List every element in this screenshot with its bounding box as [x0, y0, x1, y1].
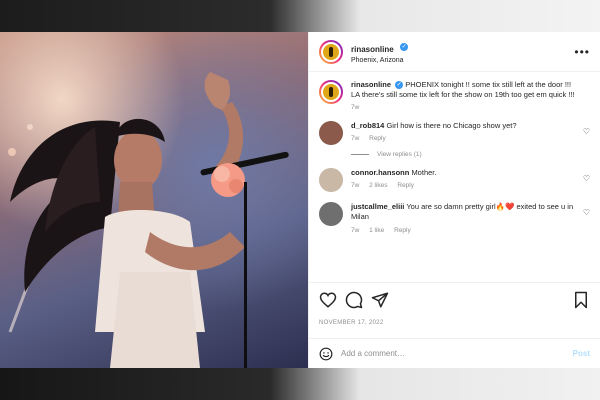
reply-button[interactable]: Reply — [369, 135, 386, 142]
verified-icon: ✓ — [400, 43, 409, 52]
view-replies-label[interactable]: View replies (1) — [377, 151, 422, 158]
comment-age: 7w — [351, 135, 360, 143]
comment-input[interactable] — [341, 349, 573, 358]
share-icon[interactable] — [371, 291, 389, 309]
heart-icon[interactable]: ♡ — [583, 208, 590, 217]
post-date: NOVEMBER 17, 2022 — [319, 320, 384, 326]
comment-age: 7w — [351, 182, 360, 190]
post-header: rinasonline ✓ Phoenix, Arizona ••• — [309, 32, 600, 72]
comment-row: justcallme_eliii You are so damn pretty … — [319, 202, 590, 234]
comments-list[interactable]: rinasonline ✓ PHOENIX tonight !! some ti… — [309, 72, 600, 282]
post-modal: rinasonline ✓ Phoenix, Arizona ••• rinas… — [0, 32, 600, 368]
author-avatar[interactable] — [319, 39, 343, 64]
comment-icon[interactable] — [345, 291, 363, 309]
view-replies-button[interactable]: View replies (1) — [351, 151, 590, 158]
comment-likes[interactable]: 1 like — [369, 227, 384, 234]
author-username[interactable]: rinasonline — [351, 45, 394, 54]
performer-illustration — [8, 72, 289, 368]
reply-button[interactable]: Reply — [394, 227, 411, 234]
heart-icon[interactable]: ♡ — [583, 174, 590, 183]
commenter-avatar[interactable] — [319, 121, 343, 146]
replies-divider — [351, 154, 369, 156]
post-photo[interactable] — [0, 32, 308, 368]
comment-age: 7w — [351, 226, 360, 234]
add-comment-bar: Post — [309, 338, 600, 368]
caption-age: 7w — [351, 104, 360, 112]
reply-button[interactable]: Reply — [397, 182, 414, 189]
caption-row: rinasonline ✓ PHOENIX tonight !! some ti… — [319, 80, 590, 111]
commenter-avatar[interactable] — [319, 168, 343, 193]
comment-likes[interactable]: 2 likes — [369, 182, 387, 189]
comment-username[interactable]: justcallme_eliii — [351, 202, 404, 211]
backdrop-top — [0, 0, 600, 32]
more-icon[interactable]: ••• — [574, 45, 590, 59]
emoji-icon[interactable] — [319, 347, 333, 361]
comment-text: Girl how is there no Chicago show yet? — [386, 121, 517, 131]
comment-row: connor.hansonn Mother. 7w 2 likes Reply … — [319, 168, 590, 193]
comment-row: d_rob814 Girl how is there no Chicago sh… — [319, 121, 590, 146]
author-info: rinasonline ✓ Phoenix, Arizona — [351, 38, 574, 66]
commenter-avatar[interactable] — [319, 202, 343, 227]
heart-icon[interactable]: ♡ — [583, 127, 590, 136]
post-location[interactable]: Phoenix, Arizona — [351, 57, 574, 65]
heart-icon[interactable] — [319, 291, 337, 309]
caption-avatar[interactable] — [319, 80, 343, 104]
caption-username[interactable]: rinasonline — [351, 80, 391, 89]
post-comment-button[interactable]: Post — [573, 349, 590, 358]
save-icon[interactable] — [572, 291, 590, 309]
comment-text: Mother. — [411, 168, 437, 178]
comment-username[interactable]: d_rob814 — [351, 121, 384, 130]
action-bar — [309, 282, 600, 316]
verified-icon: ✓ — [395, 81, 404, 90]
post-panel: rinasonline ✓ Phoenix, Arizona ••• rinas… — [308, 32, 600, 368]
comment-username[interactable]: connor.hansonn — [351, 168, 409, 177]
backdrop-bottom — [0, 368, 600, 400]
